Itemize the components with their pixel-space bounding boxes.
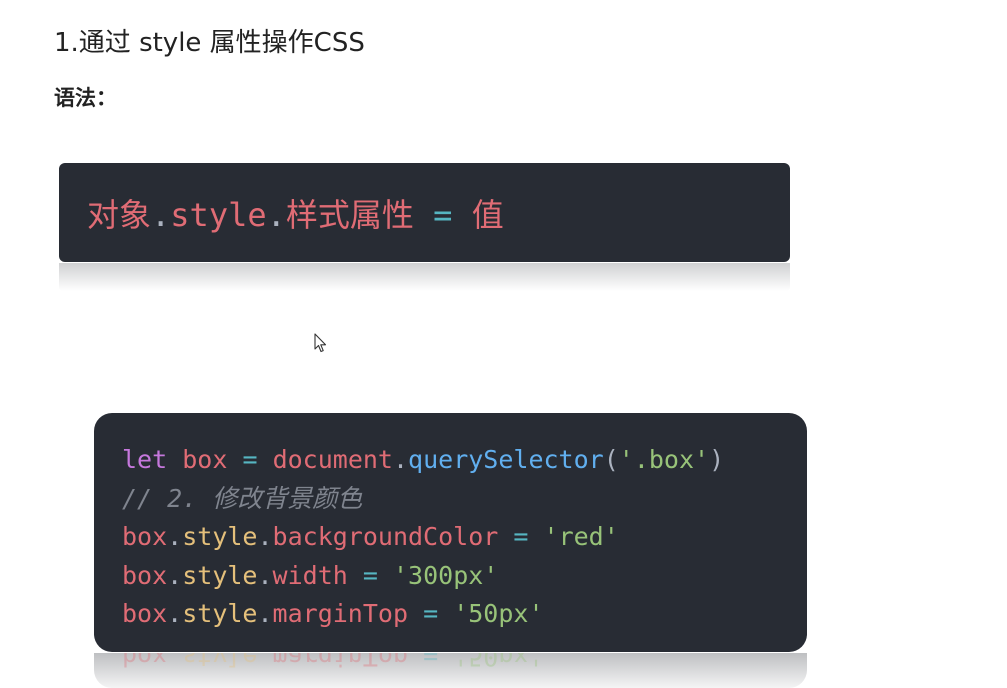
code-token-equals: = (423, 653, 439, 672)
code-token-style: style (182, 653, 258, 672)
code-token-string: '50px' (453, 653, 544, 672)
code-token-style: style (182, 560, 258, 590)
code-line: box.style.width = '300px' (122, 557, 807, 596)
code-token-string: '300px' (393, 560, 499, 590)
code-token-dot: . (257, 599, 273, 628)
code-token-value: 值 (471, 196, 504, 234)
reflection-ghost-line: box.style.marginTop = '50px' (122, 653, 544, 676)
code-token-method: querySelector (408, 445, 604, 474)
code-token-property: marginTop (272, 599, 409, 628)
code-token-equals: = (423, 599, 439, 628)
code-token-style: style (182, 522, 258, 551)
code-token-dot: . (257, 522, 273, 551)
code-line: box.style.marginTop = '50px' (122, 595, 807, 634)
code-token-paren: ) (709, 445, 725, 474)
code-token-object: box (122, 599, 168, 628)
example-code-block: let box = document.querySelector('.box')… (94, 413, 807, 652)
code-token-object: box (122, 653, 168, 672)
code-token-property: marginTop (272, 653, 409, 672)
section-heading: 1.通过 style 属性操作CSS (54, 28, 365, 58)
code-line: let box = document.querySelector('.box') (122, 441, 807, 480)
code-token-object: document (272, 445, 393, 474)
document-page: 1.通过 style 属性操作CSS 语法： 对象.style.样式属性 = 值… (0, 0, 1007, 688)
code-token-keyword: let (122, 445, 168, 474)
code-token-object: 对象 (87, 196, 152, 234)
code-token-string: '.box' (618, 445, 710, 474)
syntax-code-block: 对象.style.样式属性 = 值 (59, 163, 790, 262)
code-token-dot: . (151, 196, 171, 234)
code-line: box.style.backgroundColor = 'red' (122, 518, 807, 557)
code-token-dot: . (266, 196, 286, 234)
syntax-label: 语法： (54, 86, 117, 110)
code-token-dot: . (392, 445, 409, 474)
code-token-equals: = (362, 560, 378, 590)
code-token-string: 'red' (543, 522, 619, 551)
code-token-equals: = (433, 196, 453, 234)
code-token-variable: box (182, 445, 228, 474)
code-token-dot: . (167, 560, 183, 590)
code-token-equals: = (242, 445, 258, 474)
code-token-style: style (170, 196, 267, 234)
code-token-object: box (122, 522, 168, 551)
code-token-equals: = (513, 522, 529, 551)
mouse-pointer-icon (314, 333, 327, 353)
code-token-dot: . (167, 522, 183, 551)
code-token-dot: . (257, 560, 273, 590)
code-token-property: 样式属性 (285, 196, 414, 234)
code-token-dot: . (167, 653, 183, 672)
code-token-property: backgroundColor (272, 522, 499, 551)
syntax-code-reflection (59, 263, 790, 291)
example-code-reflection: box.style.marginTop = '50px' (94, 653, 807, 688)
code-token-string: '50px' (453, 599, 544, 628)
code-token-property: width (272, 560, 348, 590)
code-token-dot: . (167, 599, 183, 628)
code-token-comment: // 2. 修改背景颜色 (122, 483, 363, 513)
code-token-style: style (182, 599, 258, 628)
code-token-paren: ( (603, 445, 619, 474)
code-token-object: box (122, 560, 168, 590)
code-token-dot: . (257, 653, 273, 672)
code-line: // 2. 修改背景颜色 (122, 480, 807, 519)
